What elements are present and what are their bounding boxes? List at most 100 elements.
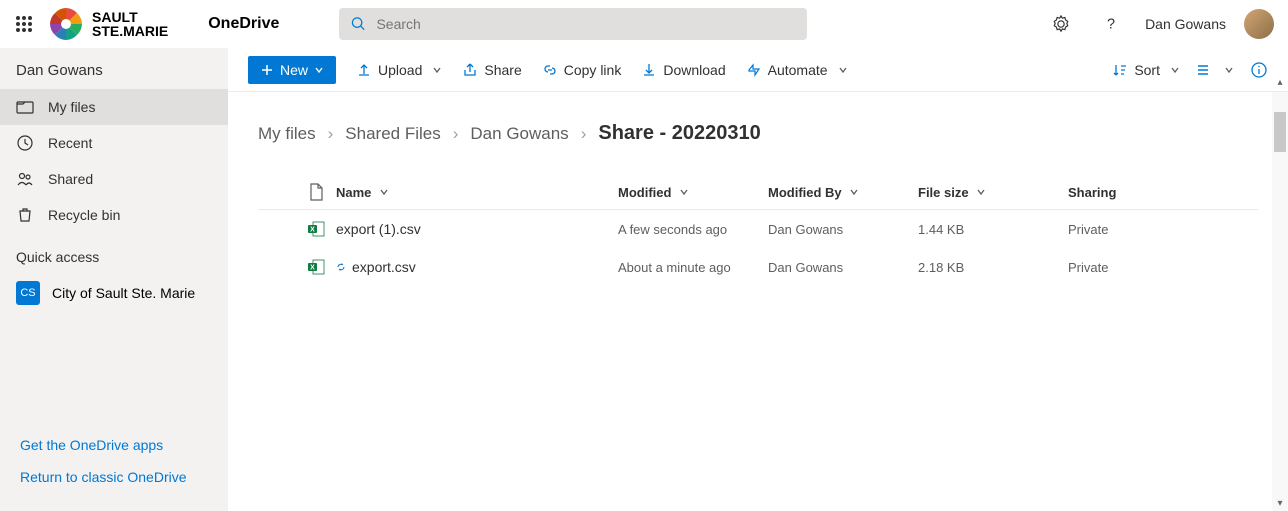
automate-button[interactable]: Automate: [746, 62, 848, 78]
help-icon: ?: [1102, 15, 1120, 33]
svg-text:?: ?: [1107, 17, 1115, 33]
chevron-down-icon: [1170, 65, 1180, 75]
sidebar-item-label: Recent: [48, 135, 92, 151]
file-sharing: Private: [1068, 222, 1188, 237]
cmd-label: Download: [663, 62, 725, 78]
app-name[interactable]: OneDrive: [208, 15, 279, 33]
search-icon: [351, 16, 366, 32]
view-icon: [1196, 62, 1214, 78]
file-type-icon: X: [298, 258, 334, 276]
breadcrumb: My files › Shared Files › Dan Gowans › S…: [258, 122, 1258, 145]
upload-icon: [356, 62, 372, 78]
info-icon: [1250, 61, 1268, 79]
breadcrumb-current: Share - 20220310: [598, 122, 760, 145]
chevron-right-icon: ›: [581, 124, 587, 144]
get-apps-link[interactable]: Get the OneDrive apps: [0, 429, 228, 461]
scroll-down-icon[interactable]: ▾: [1272, 495, 1288, 511]
file-size: 1.44 KB: [918, 222, 1068, 237]
breadcrumb-item[interactable]: Dan Gowans: [470, 124, 568, 144]
sort-button[interactable]: Sort: [1112, 62, 1180, 78]
breadcrumb-item[interactable]: Shared Files: [345, 124, 440, 144]
file-sharing: Private: [1068, 260, 1188, 275]
command-bar-right: Sort: [1112, 61, 1268, 79]
excel-icon: X: [307, 220, 325, 238]
cmd-label: Copy link: [564, 62, 622, 78]
quick-access-item[interactable]: CS City of Sault Ste. Marie: [0, 273, 228, 313]
chevron-down-icon: [379, 187, 389, 197]
app-launcher-button[interactable]: [0, 0, 48, 48]
file-table: Name Modified Modified By File size: [258, 175, 1258, 286]
column-header-sharing[interactable]: Sharing: [1068, 185, 1188, 200]
sidebar-item-shared[interactable]: Shared: [0, 161, 228, 197]
user-avatar[interactable]: [1244, 9, 1274, 39]
classic-link[interactable]: Return to classic OneDrive: [0, 461, 228, 493]
scroll-up-icon[interactable]: ▴: [1272, 74, 1288, 90]
new-button[interactable]: New: [248, 56, 336, 84]
help-button[interactable]: ?: [1095, 8, 1127, 40]
sync-icon: [336, 262, 346, 272]
file-name[interactable]: export.csv: [334, 259, 618, 275]
link-icon: [542, 62, 558, 78]
sault-logo-icon: [48, 6, 84, 42]
svg-text:X: X: [310, 265, 315, 272]
file-modified: A few seconds ago: [618, 222, 768, 237]
file-size: 2.18 KB: [918, 260, 1068, 275]
upload-button[interactable]: Upload: [356, 62, 442, 78]
table-row[interactable]: X export.csv About a minute ago Dan Gowa…: [258, 248, 1258, 286]
cmd-label: Automate: [768, 62, 828, 78]
column-header-modified[interactable]: Modified: [618, 185, 768, 200]
automate-icon: [746, 62, 762, 78]
header-bar: SAULT STE.MARIE OneDrive ? Dan Gowans: [0, 0, 1288, 48]
cmd-label: Share: [484, 62, 521, 78]
chevron-down-icon: [1224, 65, 1234, 75]
excel-icon: X: [307, 258, 325, 276]
sidebar-item-label: Recycle bin: [48, 207, 120, 223]
search-box[interactable]: [339, 8, 807, 40]
svg-text:X: X: [310, 227, 315, 234]
view-button[interactable]: [1196, 62, 1234, 78]
file-name[interactable]: export (1).csv: [334, 221, 618, 237]
column-type[interactable]: [298, 183, 334, 201]
org-logo-text: SAULT STE.MARIE: [92, 10, 168, 38]
quick-access-header: Quick access: [0, 233, 228, 273]
header-right: ? Dan Gowans: [1045, 8, 1288, 40]
sidebar: Dan Gowans My files Recent Shared Recycl…: [0, 48, 228, 511]
quick-access-label: City of Sault Ste. Marie: [52, 285, 195, 301]
share-button[interactable]: Share: [462, 62, 521, 78]
new-button-label: New: [280, 62, 308, 78]
chevron-down-icon: [976, 187, 986, 197]
column-header-name[interactable]: Name: [334, 185, 618, 200]
trash-icon: [16, 206, 34, 224]
column-header-modified-by[interactable]: Modified By: [768, 185, 918, 200]
table-row[interactable]: X export (1).csv A few seconds ago Dan G…: [258, 210, 1258, 248]
file-modified: About a minute ago: [618, 260, 768, 275]
scrollbar[interactable]: ▴ ▾: [1272, 92, 1288, 511]
waffle-icon: [16, 16, 32, 32]
download-button[interactable]: Download: [641, 62, 725, 78]
sidebar-item-recycle-bin[interactable]: Recycle bin: [0, 197, 228, 233]
sidebar-item-recent[interactable]: Recent: [0, 125, 228, 161]
settings-button[interactable]: [1045, 8, 1077, 40]
content-area: My files › Shared Files › Dan Gowans › S…: [228, 92, 1288, 511]
sidebar-item-my-files[interactable]: My files: [0, 89, 228, 125]
scrollbar-thumb[interactable]: [1274, 112, 1286, 152]
chevron-down-icon: [679, 187, 689, 197]
sort-icon: [1112, 62, 1128, 78]
breadcrumb-item[interactable]: My files: [258, 124, 316, 144]
cmd-label: Sort: [1134, 62, 1160, 78]
gear-icon: [1052, 15, 1070, 33]
column-header-file-size[interactable]: File size: [918, 185, 1068, 200]
folder-icon: [16, 98, 34, 116]
site-badge: CS: [16, 281, 40, 305]
share-icon: [462, 62, 478, 78]
info-button[interactable]: [1250, 61, 1268, 79]
search-input[interactable]: [376, 16, 795, 32]
org-logo: SAULT STE.MARIE: [48, 6, 188, 42]
copy-link-button[interactable]: Copy link: [542, 62, 622, 78]
main-area: New Upload Share Copy link Download: [228, 48, 1288, 511]
sidebar-footer: Get the OneDrive apps Return to classic …: [0, 419, 228, 511]
file-modified-by: Dan Gowans: [768, 260, 918, 275]
file-icon: [309, 183, 323, 201]
sidebar-user-name: Dan Gowans: [0, 48, 228, 89]
table-header: Name Modified Modified By File size: [258, 175, 1258, 210]
